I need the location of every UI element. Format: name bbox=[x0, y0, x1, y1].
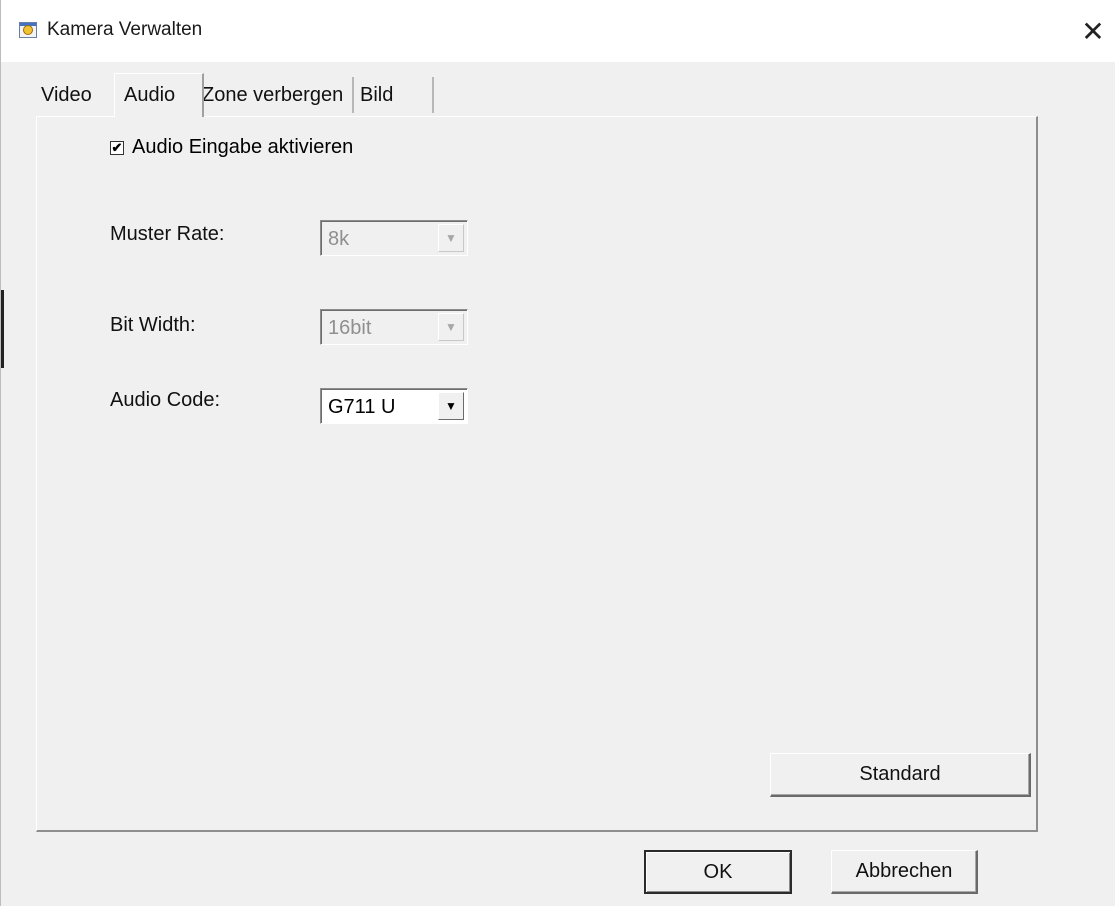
tab-video[interactable]: Video bbox=[41, 77, 107, 113]
audio-code-value: G711 U bbox=[328, 396, 396, 418]
audio-code-label: Audio Code: bbox=[110, 389, 221, 411]
dialog-window: Kamera Verwalten ✕ Video Audio Zone verb… bbox=[0, 0, 1115, 906]
sample-rate-label: Muster Rate: bbox=[110, 223, 225, 245]
camera-app-icon bbox=[19, 22, 37, 38]
chevron-down-icon: ▼ bbox=[438, 313, 464, 341]
chevron-down-icon: ▼ bbox=[438, 224, 464, 252]
title-bar: Kamera Verwalten ✕ bbox=[1, 0, 1115, 62]
audio-enable-label: Audio Eingabe aktivieren bbox=[132, 136, 354, 158]
close-button[interactable]: ✕ bbox=[1070, 6, 1115, 56]
cancel-button[interactable]: Abbrechen bbox=[831, 850, 978, 894]
chevron-down-icon[interactable]: ▼ bbox=[438, 392, 464, 420]
audio-enable-checkbox[interactable]: ✔ bbox=[110, 140, 124, 155]
bit-width-select: 16bit ▼ bbox=[320, 309, 468, 345]
window-title: Kamera Verwalten bbox=[47, 19, 203, 40]
sample-rate-select: 8k ▼ bbox=[320, 220, 468, 256]
tab-bild[interactable]: Bild bbox=[360, 77, 434, 113]
bit-width-value: 16bit bbox=[328, 317, 372, 339]
window-edge-accent bbox=[1, 290, 4, 368]
ok-button[interactable]: OK bbox=[644, 850, 792, 894]
audio-code-select[interactable]: G711 U ▼ bbox=[320, 388, 468, 424]
standard-button[interactable]: Standard bbox=[770, 753, 1031, 797]
tab-audio[interactable]: Audio bbox=[114, 73, 204, 117]
tab-zone-verbergen[interactable]: Zone verbergen bbox=[202, 77, 354, 113]
sample-rate-value: 8k bbox=[328, 228, 350, 250]
audio-enable-row[interactable]: ✔ Audio Eingabe aktivieren bbox=[110, 136, 353, 159]
bit-width-label: Bit Width: bbox=[110, 314, 196, 336]
